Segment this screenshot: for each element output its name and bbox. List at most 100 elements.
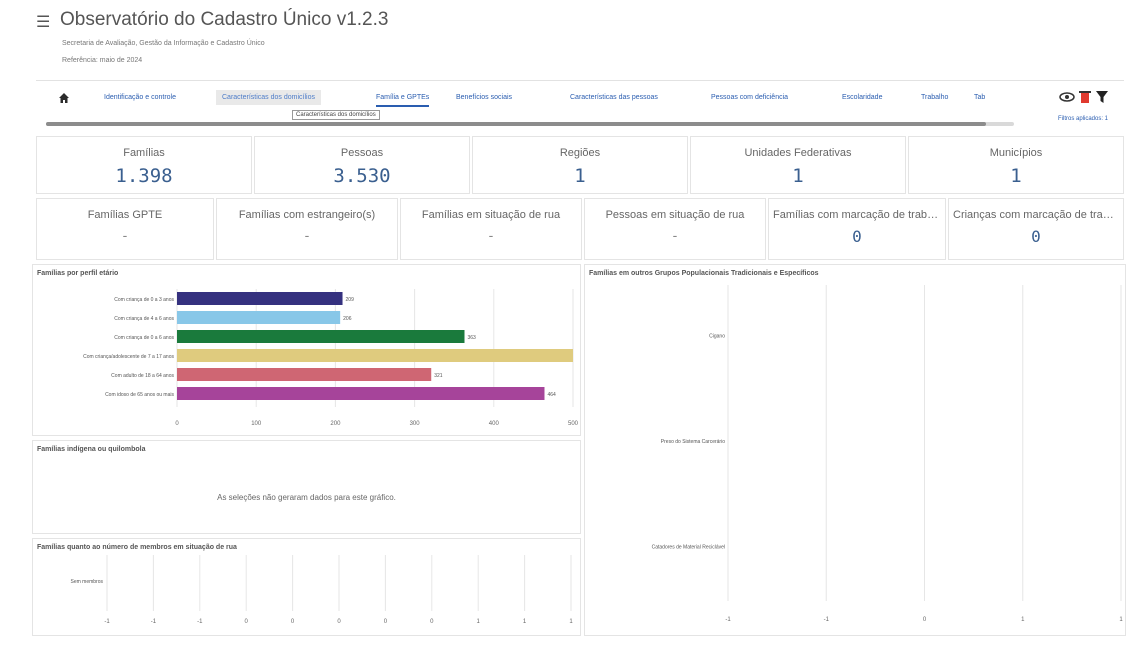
category-label: Com criança de 0 a 6 anos [114,335,174,341]
bar [177,292,343,305]
x-tick-label: 0 [384,619,388,625]
x-tick-label: 0 [245,619,249,625]
app-subtitle: Secretaria de Avaliação, Gestão da Infor… [62,40,265,47]
eye-icon[interactable] [1059,92,1075,102]
x-tick-label: 400 [489,421,500,427]
tab-familia-gptes[interactable]: Família e GPTEs [376,90,430,107]
category-label: Com criança de 0 a 3 anos [114,297,174,303]
tab-caracteristicas-domicilios[interactable]: Características dos domicílios [216,90,321,105]
panel-title: Famílias por perfil etário [37,270,119,277]
kpi-regioes: Regiões 1 [472,136,688,194]
tab-caracteristicas-pessoas[interactable]: Características das pessoas [570,90,658,105]
panel-perfil-etario: Famílias por perfil etário 0 100 200 300 400… [32,264,581,436]
kpi-value: - [304,227,310,243]
x-tick-label: 1 [477,619,481,625]
x-tick-label: 0 [175,421,179,427]
tab-identificacao[interactable]: Identificação e controle [104,90,176,105]
kpi-value: 0 [852,227,862,246]
tab-tooltip: Características dos domicílios [292,110,380,120]
chart-membros-situacao-rua: -1 -1 -1 0 0 0 0 0 1 1 1 Sem membros [70,555,573,625]
x-tick-label: -1 [151,619,157,625]
trash-icon[interactable] [1079,91,1091,103]
kpi-label: Regiões [559,147,601,159]
tab-beneficios[interactable]: Benefícios sociais [456,90,512,105]
data-label: 209 [346,297,355,303]
category-label: Preso do Sistema Carcerário [661,439,725,445]
category-label: Catadores de Material Reciclável [652,544,725,550]
tab-bar: Identificação e controle Características… [36,84,1124,128]
kpi-familias-trabalho-infantil: Famílias com marcação de trabal... 0 [768,198,946,260]
category-label: Cigano [709,334,725,340]
tab-escolaridade[interactable]: Escolaridade [842,90,882,105]
x-tick-label: 200 [330,421,341,427]
bar [177,368,432,381]
data-label: 321 [434,373,443,379]
kpi-familias-gpte: Famílias GPTE - [36,198,214,260]
bar [177,349,573,362]
x-tick-label: 500 [568,421,579,427]
x-tick-label: 1 [569,619,573,625]
app-title: Observatório do Cadastro Único v1.2.3 [60,9,389,30]
kpi-pessoas-situacao-rua: Pessoas em situação de rua - [584,198,766,260]
kpi-label: Pessoas [340,147,384,159]
category-label: Com criança de 4 a 6 anos [114,316,174,322]
x-tick-label: 1 [523,619,527,625]
tab-trabalho[interactable]: Trabalho [921,90,948,105]
x-tick-label: 0 [923,617,927,623]
x-tick-label: -1 [104,619,110,625]
header-divider [36,80,1124,81]
chart-grupos-tradicionais: -1 -1 0 1 1 Cigano Preso do Sistema Carcerário… [652,285,1123,623]
chart-perfil-etario: 0 100 200 300 400 500 Com criança de 0 a 3 ano… [83,289,579,427]
kpi-value: 1 [792,165,804,187]
x-tick-label: 0 [337,619,341,625]
kpi-familias: Famílias 1.398 [36,136,252,194]
x-tick-label: 0 [291,619,295,625]
bar [177,311,341,324]
kpi-value: 1 [574,165,586,187]
data-label: 206 [343,316,352,322]
data-label: 363 [467,335,476,341]
x-tick-label: -1 [824,617,830,623]
kpi-value: 3.530 [333,165,391,187]
tab-pessoas-deficiencia[interactable]: Pessoas com deficiência [711,90,788,105]
panel-indigena-quilombola: Famílias indígena ou quilombola As seleç… [32,440,581,534]
kpi-value: - [488,227,494,243]
toolbar-icons [1058,90,1118,109]
panel-grupos-tradicionais: Famílias em outros Grupos Populacionais … [584,264,1126,636]
tab-tab[interactable]: Tab [974,90,985,105]
kpi-value: 1 [1010,165,1022,187]
kpi-value: - [672,227,678,243]
panel-title: Famílias quanto ao número de membros em … [37,544,237,551]
hamburger-icon[interactable]: ☰ [36,12,50,32]
data-label: 464 [547,392,556,398]
kpi-value: 1.398 [115,165,173,187]
kpi-label: Crianças com marcação de traba... [953,209,1123,221]
kpi-label: Famílias com estrangeiro(s) [238,209,376,221]
kpi-value: - [122,227,128,243]
x-tick-label: 0 [430,619,434,625]
x-tick-label: 1 [1119,617,1123,623]
tab-scrollbar-thumb[interactable] [46,122,986,126]
filter-icon[interactable] [1096,91,1108,103]
bar [177,330,465,343]
x-tick-label: 100 [251,421,262,427]
category-label: Com adulto de 18 a 64 anos [111,373,174,379]
kpi-familias-situacao-rua: Famílias em situação de rua - [400,198,582,260]
kpi-label: Unidades Federativas [744,147,852,159]
category-label: Com criança/adolescente de 7 a 17 anos [83,354,174,360]
kpi-label: Famílias em situação de rua [421,209,561,221]
x-tick-label: -1 [725,617,731,623]
kpi-value: 0 [1031,227,1041,246]
category-label: Sem membros [70,579,103,585]
no-data-message: As seleções não geraram dados para este … [217,493,396,502]
filters-applied-link[interactable]: Filtros aplicados: 1 [1058,116,1108,122]
x-tick-label: 300 [410,421,421,427]
kpi-municipios: Municípios 1 [908,136,1124,194]
x-tick-label: -1 [197,619,203,625]
home-icon[interactable] [58,91,70,109]
kpi-label: Famílias com marcação de trabal... [773,209,945,221]
category-label: Com idoso de 65 anos ou mais [105,392,174,398]
panel-membros-situacao-rua: Famílias quanto ao número de membros em … [32,538,581,636]
reference-date: Referência: maio de 2024 [62,57,143,64]
kpi-pessoas: Pessoas 3.530 [254,136,470,194]
